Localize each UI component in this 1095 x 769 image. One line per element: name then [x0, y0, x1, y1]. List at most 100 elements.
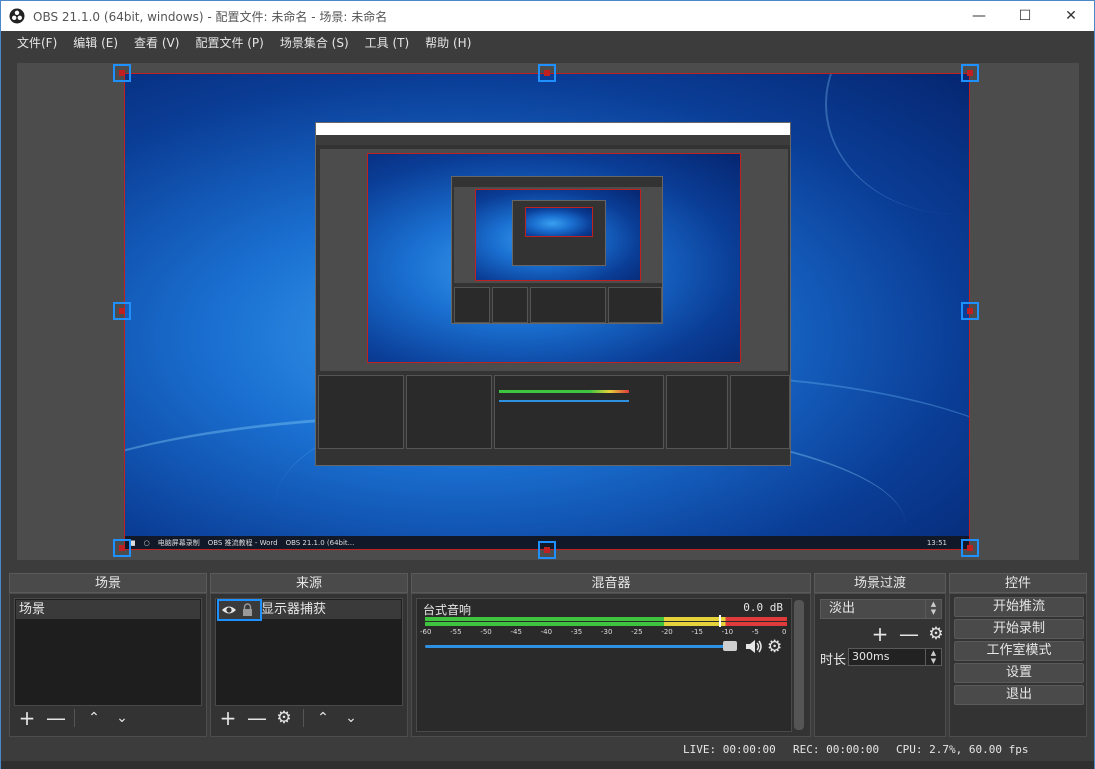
audio-meter [425, 622, 787, 626]
title-bar: OBS 21.1.0 (64bit, windows) - 配置文件: 未命名 … [1, 1, 1094, 31]
move-up-icon[interactable]: ⌃ [314, 708, 332, 728]
menu-edit[interactable]: 编辑 (E) [65, 31, 126, 56]
volume-slider-handle[interactable] [723, 641, 737, 651]
meter-scale-label: -50 [480, 628, 492, 636]
gear-icon[interactable]: ⚙ [275, 708, 293, 728]
move-up-icon[interactable]: ⌃ [85, 708, 103, 728]
exit-button[interactable]: 退出 [954, 685, 1084, 705]
taskbar-item: OBS 21.1.0 (64bit... [285, 538, 355, 547]
status-rec: REC: 00:00:00 [793, 743, 880, 756]
nested-panel [608, 287, 662, 323]
cortana-icon: ○ [143, 538, 150, 547]
meter-scale-label: -20 [661, 628, 673, 636]
menu-scene-collection[interactable]: 场景集合 (S) [272, 31, 357, 56]
minimize-icon[interactable]: — [956, 1, 1002, 31]
move-down-icon[interactable]: ⌄ [342, 708, 360, 728]
volume-slider-track[interactable] [425, 645, 737, 648]
scene-item[interactable]: 场景 [16, 600, 200, 619]
resize-handle-top[interactable] [538, 64, 556, 82]
maximize-icon[interactable]: ☐ [1002, 1, 1048, 31]
start-recording-button[interactable]: 开始录制 [954, 619, 1084, 639]
menu-bar: 文件(F) 编辑 (E) 查看 (V) 配置文件 (P) 场景集合 (S) 工具… [1, 31, 1094, 56]
nested-obs-window-2 [451, 176, 663, 324]
meter-scale-label: -30 [601, 628, 613, 636]
start-streaming-button[interactable]: 开始推流 [954, 597, 1084, 617]
scenes-list[interactable]: 场景 [14, 598, 202, 706]
menu-file[interactable]: 文件(F) [9, 31, 65, 56]
transition-select[interactable]: 淡出 ▲ ▼ [820, 599, 942, 619]
resize-handle-bottom-left[interactable] [113, 539, 131, 557]
meter-scale-label: 0 [782, 628, 787, 636]
meter-peak-marker [719, 615, 721, 627]
scenes-toolbar: + — ⌃ ⌄ [18, 708, 131, 728]
remove-icon[interactable]: — [46, 708, 66, 728]
toolbar-divider [74, 709, 75, 727]
nested-panel [530, 287, 606, 323]
nested-volume [499, 400, 629, 402]
remove-icon[interactable]: — [247, 708, 267, 728]
resize-handle-top-left[interactable] [113, 64, 131, 82]
chevron-updown-icon[interactable]: ▲ ▼ [925, 600, 941, 618]
window-title: OBS 21.1.0 (64bit, windows) - 配置文件: 未命名 … [33, 9, 388, 24]
preview-area[interactable]: ■ ○ 电脑屏幕录制 OBS 推流教程 - Word OBS 21.1.0 (6… [17, 63, 1079, 560]
sources-list[interactable]: 显示器捕获 [215, 598, 403, 706]
nested-canvas [367, 153, 741, 363]
taskbar-item: OBS 推流教程 - Word [207, 538, 278, 547]
studio-mode-button[interactable]: 工作室模式 [954, 641, 1084, 661]
duration-input[interactable]: 300ms ▲ ▼ [848, 648, 942, 666]
obs-logo-icon [9, 8, 25, 24]
mixer-dock: 台式音响 0.0 dB -60 -55 -50 -45 -40 -35 -30 -25 -20-… [411, 593, 811, 737]
duration-value: 300ms [852, 650, 890, 663]
remove-icon[interactable]: — [899, 624, 919, 644]
nested-obs-window-3 [512, 200, 606, 266]
menu-view[interactable]: 查看 (V) [126, 31, 187, 56]
mixer-scrollbar[interactable] [794, 600, 804, 730]
settings-button[interactable]: 设置 [954, 663, 1084, 683]
nested-controls-panel [730, 375, 790, 449]
nested-transitions-panel [666, 375, 728, 449]
nested-meter [499, 390, 629, 393]
duration-spinner-icon[interactable]: ▲ ▼ [925, 649, 941, 665]
meter-scale: -60 -55 -50 -45 -40 -35 -30 -25 -20 -15 -10 -5 0 [420, 628, 791, 638]
toolbar-divider [303, 709, 304, 727]
meter-scale-label: -5 [751, 628, 759, 636]
audio-meter [425, 617, 787, 621]
meter-scale-label: -55 [450, 628, 462, 636]
resize-handle-bottom-right[interactable] [961, 539, 979, 557]
add-icon[interactable]: + [219, 708, 237, 728]
nested-menu-bar [316, 135, 790, 145]
add-icon[interactable]: + [871, 624, 889, 644]
preview-canvas[interactable]: ■ ○ 电脑屏幕录制 OBS 推流教程 - Word OBS 21.1.0 (6… [124, 73, 970, 550]
lock-icon[interactable] [242, 603, 253, 616]
mixer-level: 0.0 dB [743, 601, 783, 614]
nested-panel [454, 287, 490, 323]
duration-label: 时长 [820, 653, 847, 668]
resize-handle-left[interactable] [113, 302, 131, 320]
eye-icon[interactable] [221, 604, 237, 616]
obs-window: OBS 21.1.0 (64bit, windows) - 配置文件: 未命名 … [0, 0, 1095, 769]
meter-scale-label: -60 [420, 628, 432, 636]
gear-icon[interactable]: ⚙ [767, 637, 782, 657]
close-icon[interactable]: ✕ [1048, 1, 1094, 31]
meter-scale-label: -35 [570, 628, 583, 636]
resize-handle-top-right[interactable] [961, 64, 979, 82]
transitions-header: 场景过渡 [814, 573, 946, 593]
add-icon[interactable]: + [18, 708, 36, 728]
nested-obs-window [315, 122, 791, 466]
move-down-icon[interactable]: ⌄ [113, 708, 131, 728]
gear-icon[interactable]: ⚙ [927, 624, 945, 644]
speaker-icon[interactable] [745, 639, 763, 654]
resize-handle-bottom[interactable] [538, 541, 556, 559]
resize-handle-right[interactable] [961, 302, 979, 320]
taskbar-clock: 13:51 [926, 538, 947, 547]
meter-scale-label: -40 [540, 628, 553, 636]
nested-sources-panel [406, 375, 492, 449]
meter-scale-label: -45 [510, 628, 522, 636]
menu-help[interactable]: 帮助 (H) [417, 31, 479, 56]
menu-tools[interactable]: 工具 (T) [357, 31, 418, 56]
transitions-toolbar: + — ⚙ [871, 624, 945, 644]
menu-profile[interactable]: 配置文件 (P) [187, 31, 271, 56]
scenes-dock: 场景 + — ⌃ ⌄ [9, 593, 207, 737]
sources-header: 来源 [210, 573, 408, 593]
sources-toolbar: + — ⚙ ⌃ ⌄ [219, 708, 360, 728]
